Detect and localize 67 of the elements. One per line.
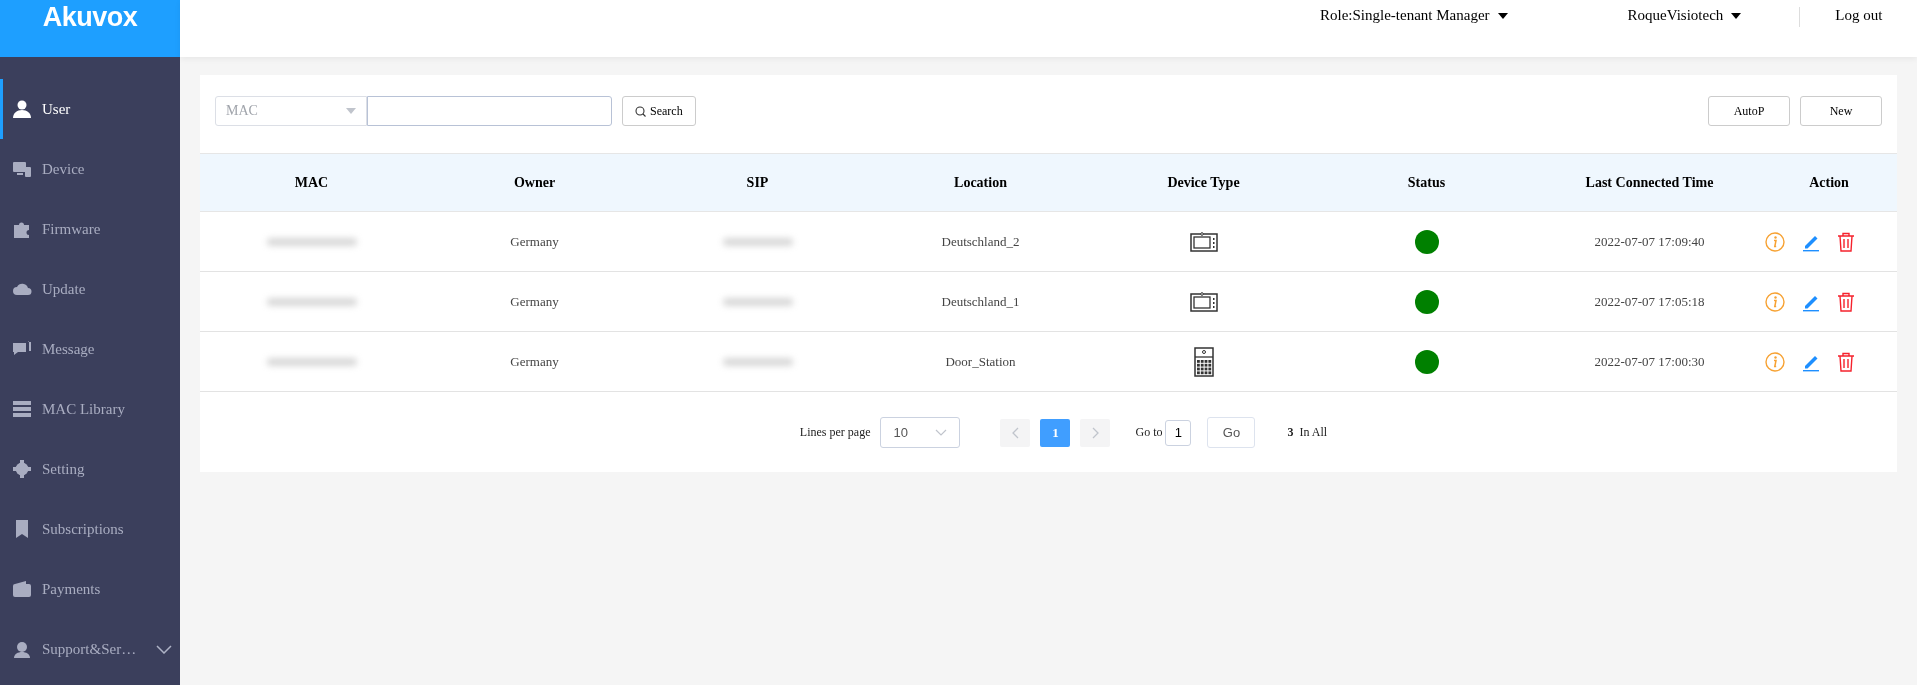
search-icon: [635, 105, 646, 117]
blurred-text: [722, 357, 793, 366]
caret-icon: [346, 108, 356, 114]
toolbar-button[interactable]: New: [1800, 96, 1882, 126]
sidebar-item[interactable]: Firmware: [0, 199, 180, 259]
sidebar-item[interactable]: MAC Library: [0, 379, 180, 439]
table-cell: Germany: [510, 293, 559, 310]
logo: Akuvox: [42, 2, 138, 34]
column-header: Last Connected Time: [1585, 174, 1714, 191]
table-cell: Door_Station: [945, 353, 1016, 370]
info-icon[interactable]: [1765, 231, 1785, 252]
filter-dropdown[interactable]: MAC: [215, 96, 367, 126]
caret-icon: [1731, 12, 1742, 19]
delete-icon[interactable]: [1837, 351, 1855, 372]
column-header: MAC: [294, 174, 329, 191]
device-icon: [12, 159, 32, 179]
server-icon: [12, 399, 32, 419]
delete-icon[interactable]: [1837, 291, 1855, 312]
total-count: 3: [1287, 425, 1294, 440]
column-header: Owner: [513, 174, 556, 191]
sidebar-item[interactable]: Setting: [0, 439, 180, 499]
page-button[interactable]: 1: [1040, 418, 1071, 447]
table-cell: Deutschland_2: [941, 233, 1020, 250]
search-button[interactable]: Search: [622, 96, 696, 126]
wallet-icon: [12, 579, 32, 599]
column-header: Device Type: [1167, 174, 1240, 191]
sidebar-item[interactable]: Update: [0, 259, 180, 319]
monitor-icon: [1189, 291, 1218, 312]
sidebar-item[interactable]: Support&Ser…: [0, 619, 180, 679]
sidebar-item[interactable]: User: [0, 79, 180, 139]
lines-per-page-label: Lines per page: [799, 425, 871, 440]
table-cell: Germany: [510, 233, 559, 250]
column-header: Status: [1407, 174, 1446, 191]
go-to-label: Go to: [1135, 425, 1163, 440]
logout-link[interactable]: Log out: [1835, 7, 1883, 24]
column-header: Location: [954, 174, 1007, 191]
table-cell: 2022-07-07 17:00:30: [1594, 353, 1705, 370]
blurred-text: [722, 237, 793, 246]
user-icon: [12, 99, 32, 119]
column-header: SIP: [746, 174, 769, 191]
table-cell: 2022-07-07 17:05:18: [1594, 293, 1705, 310]
sidebar-item[interactable]: Payments: [0, 559, 180, 619]
blurred-text: [722, 297, 793, 306]
sidebar-item[interactable]: Subscriptions: [0, 499, 180, 559]
page-number-field[interactable]: 1: [1165, 419, 1192, 446]
toolbar-button[interactable]: AutoP: [1708, 96, 1790, 126]
info-icon[interactable]: [1765, 291, 1785, 312]
chevron-right-icon: [1092, 426, 1099, 439]
info-icon[interactable]: [1765, 351, 1785, 372]
sidebar-item[interactable]: Message: [0, 319, 180, 379]
table-cell: Germany: [510, 353, 559, 370]
table-cell: Deutschland_1: [941, 293, 1020, 310]
search-field[interactable]: [367, 96, 612, 126]
total-label: In All: [1299, 425, 1328, 440]
column-header: Action: [1809, 174, 1849, 191]
account-dropdown[interactable]: RoqueVisiotech: [1627, 7, 1742, 24]
chevron-down-icon: [935, 429, 948, 436]
sidebar-item[interactable]: Device: [0, 139, 180, 199]
caret-icon: [1497, 12, 1508, 19]
table-cell: 2022-07-07 17:09:40: [1594, 233, 1705, 250]
keypad-icon: [1193, 346, 1214, 377]
monitor-icon: [1189, 231, 1218, 252]
role-dropdown[interactable]: Role:Single-tenant Manager: [1320, 7, 1508, 24]
lines-per-page-dropdown[interactable]: 10: [880, 417, 961, 448]
delete-icon[interactable]: [1837, 231, 1855, 252]
chevron-left-icon: [1012, 426, 1019, 439]
go-button[interactable]: Go: [1207, 417, 1256, 448]
